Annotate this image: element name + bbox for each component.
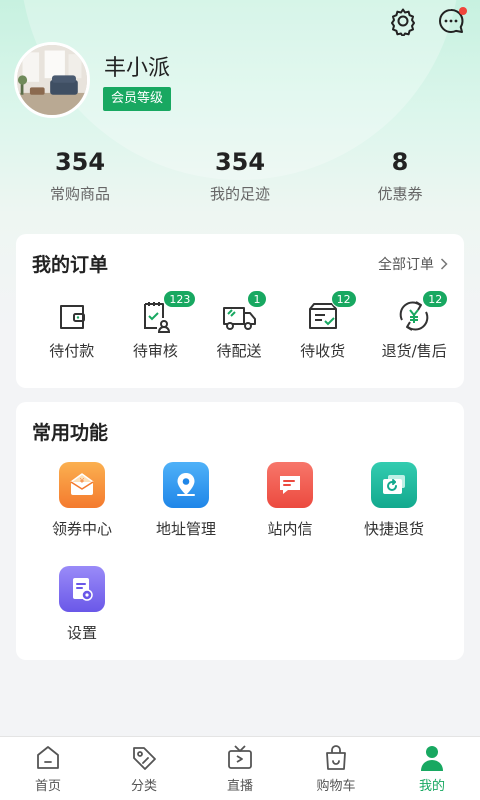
chevron-right-icon (440, 258, 448, 270)
stats-row: 354 常购商品 354 我的足迹 8 优惠券 (0, 146, 480, 204)
orders-title: 我的订单 (32, 254, 109, 276)
func-settings[interactable]: 设置 (30, 566, 134, 643)
return-truck-icon (371, 462, 417, 508)
tab-label: 直播 (226, 779, 253, 794)
func-label: 站内信 (267, 520, 313, 538)
member-level-badge[interactable]: 会员等级 (103, 87, 172, 111)
order-pending-review[interactable]: 123 待审核 (114, 290, 198, 361)
stat-label: 常购商品 (49, 185, 110, 203)
chat-bubble-icon[interactable] (436, 6, 467, 36)
order-pending-receipt[interactable]: 12 待收货 (281, 290, 365, 361)
user-icon (421, 746, 443, 771)
stat-label: 优惠券 (377, 185, 423, 203)
tv-icon (228, 745, 252, 769)
unread-dot (459, 7, 467, 15)
func-label: 地址管理 (155, 520, 216, 538)
stat-value: 8 (391, 148, 409, 176)
stat-footprints[interactable]: 354 我的足迹 (160, 146, 320, 204)
order-label: 待付款 (49, 342, 95, 360)
svg-text:¥: ¥ (80, 477, 85, 485)
bottom-tab-bar: 首页 分类 直播 购物车 我的 (0, 736, 480, 800)
tab-live[interactable]: 直播 (192, 737, 288, 800)
tab-category[interactable]: 分类 (96, 737, 192, 800)
tab-home[interactable]: 首页 (0, 737, 96, 800)
tab-label: 我的 (418, 779, 445, 794)
stat-coupons[interactable]: 8 优惠券 (320, 146, 480, 204)
tab-label: 分类 (130, 779, 157, 794)
order-refund-aftersale[interactable]: 12 退货/售后 (364, 290, 464, 361)
username: 丰小派 (104, 56, 171, 81)
coupon-icon: ¥ (59, 462, 105, 508)
orders-card: 我的订单 全部订单 待付款 123 待审核 1 待配送 12 待收货 12 退货… (16, 234, 464, 388)
order-count-badge: 12 (422, 290, 449, 308)
stat-value: 354 (54, 148, 106, 176)
func-address-management[interactable]: 地址管理 (134, 462, 238, 539)
func-coupon-center[interactable]: ¥ 领券中心 (30, 462, 134, 539)
order-count-badge: 1 (247, 290, 268, 308)
order-label: 待配送 (216, 342, 262, 360)
avatar[interactable] (14, 42, 90, 118)
functions-title: 常用功能 (32, 422, 109, 444)
location-pin-icon (163, 462, 209, 508)
stat-value: 354 (214, 148, 266, 176)
order-label: 待收货 (300, 342, 346, 360)
tab-label: 首页 (34, 779, 61, 794)
func-label: 快捷退货 (363, 520, 424, 538)
message-icon (267, 462, 313, 508)
order-status-row: 待付款 123 待审核 1 待配送 12 待收货 12 退货/售后 (16, 290, 464, 361)
tab-mine[interactable]: 我的 (384, 737, 480, 800)
order-label: 待审核 (132, 342, 178, 360)
home-icon (37, 746, 59, 769)
functions-card: 常用功能 ¥ 领券中心 地址管理 站内信 快捷退货 设置 (16, 402, 464, 660)
gear-icon[interactable] (388, 6, 418, 38)
shopping-bag-icon (326, 745, 346, 770)
stat-frequent-products[interactable]: 354 常购商品 (0, 146, 160, 204)
order-pending-payment[interactable]: 待付款 (30, 296, 114, 361)
func-inbox[interactable]: 站内信 (238, 462, 342, 539)
header-actions (388, 6, 467, 38)
order-count-badge: 123 (163, 290, 197, 308)
all-orders-link[interactable]: 全部订单 (378, 254, 448, 274)
stat-label: 我的足迹 (209, 185, 270, 203)
func-label: 设置 (66, 624, 97, 642)
settings-document-icon (59, 566, 105, 612)
wallet-icon (59, 305, 85, 329)
tab-label: 购物车 (316, 779, 356, 794)
func-label: 领券中心 (51, 520, 112, 538)
tag-icon (133, 747, 156, 770)
order-pending-delivery[interactable]: 1 待配送 (197, 290, 281, 361)
tab-cart[interactable]: 购物车 (288, 737, 384, 800)
func-quick-return[interactable]: 快捷退货 (342, 462, 446, 539)
order-count-badge: 12 (330, 290, 357, 308)
order-label: 退货/售后 (381, 342, 447, 360)
all-orders-label: 全部订单 (378, 257, 434, 273)
